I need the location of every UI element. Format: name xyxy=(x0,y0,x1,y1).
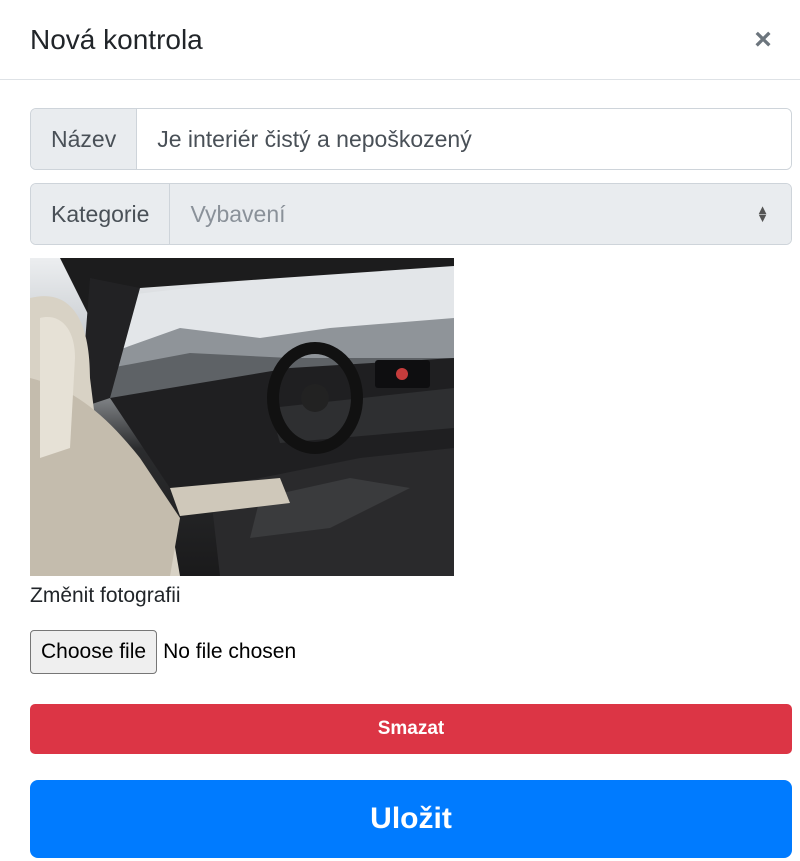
change-photo-label: Změnit fotografii xyxy=(30,584,181,607)
car-interior-photo xyxy=(30,258,454,576)
file-input: Choose file No file chosen xyxy=(30,630,792,674)
category-select[interactable]: Vybavení ▲ ▼ xyxy=(170,184,791,244)
modal-title: Nová kontrola xyxy=(30,23,203,55)
close-icon[interactable]: × xyxy=(748,24,778,55)
save-button[interactable]: Uložit xyxy=(30,780,792,858)
choose-file-button[interactable]: Choose file xyxy=(30,630,158,674)
select-arrows-icon: ▲ ▼ xyxy=(756,202,769,225)
file-status-text: No file chosen xyxy=(163,640,297,663)
delete-button[interactable]: Smazat xyxy=(30,704,792,754)
name-label: Název xyxy=(31,109,138,169)
modal-body: Název Kategorie Vybavení ▲▼ xyxy=(0,80,800,858)
category-select-value: Vybavení xyxy=(190,200,286,227)
modal-dialog: Nová kontrola × Název Kategorie Vybavení… xyxy=(0,0,800,861)
category-input-group: Kategorie Vybavení ▲ ▼ xyxy=(30,183,792,245)
category-label: Kategorie xyxy=(31,184,171,244)
modal-header: Nová kontrola × xyxy=(0,0,800,80)
name-input[interactable] xyxy=(137,109,791,169)
name-input-group: Název xyxy=(30,108,792,170)
